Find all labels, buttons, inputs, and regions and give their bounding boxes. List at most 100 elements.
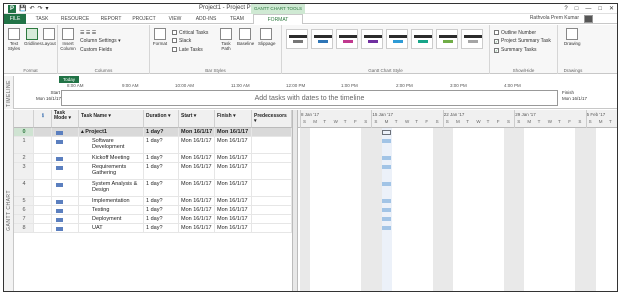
task-predecessors-cell[interactable]	[252, 197, 292, 205]
slack-checkbox[interactable]: Slack	[172, 38, 191, 44]
task-start-cell[interactable]: Mon 16/1/17	[179, 197, 215, 205]
project-summary-task-checkbox[interactable]: ✓ Project Summary Task	[494, 38, 551, 44]
table-row[interactable]: 1 Software Development 1 day? Mon 16/1/17 Mo…	[14, 137, 292, 154]
timeline-bar[interactable]: Add tasks with dates to the timeline	[61, 90, 558, 106]
task-start-cell[interactable]: Mon 16/1/17	[179, 215, 215, 223]
qat-more-icon[interactable]: ▾	[46, 5, 49, 13]
align-buttons[interactable]: ☰ ☰ ☰	[80, 30, 96, 36]
gantt-style-swatch[interactable]	[386, 29, 408, 49]
task-finish-cell[interactable]: Mon 16/1/17	[215, 180, 252, 196]
gantt-style-swatch[interactable]	[286, 29, 308, 49]
summary-tasks-checkbox[interactable]: ✓ Summary Tasks	[494, 47, 536, 53]
task-finish-cell[interactable]: Mon 16/1/17	[215, 128, 252, 136]
task-start-cell[interactable]: Mon 16/1/17	[179, 163, 215, 179]
task-finish-cell[interactable]: Mon 16/1/17	[215, 206, 252, 214]
tab-team[interactable]: TEAM	[225, 14, 249, 24]
task-duration-cell[interactable]: 1 day?	[144, 180, 179, 196]
task-id-cell[interactable]: 4	[14, 180, 34, 196]
summary-task-row[interactable]: 0 ▴ Project1 1 day? Mon 16/1/17 Mon 16/1/17	[14, 128, 292, 137]
task-finish-cell[interactable]: Mon 16/1/17	[215, 137, 252, 153]
close-icon[interactable]: ✕	[609, 4, 614, 14]
minimize-icon[interactable]: —	[585, 4, 591, 14]
task-info-cell[interactable]	[34, 224, 52, 232]
task-duration-cell[interactable]: 1 day?	[144, 163, 179, 179]
table-row[interactable]: 5 Implementation 1 day? Mon 16/1/17 Mon 16/1…	[14, 197, 292, 206]
format-bar-button[interactable]: Format	[152, 28, 168, 46]
task-name-cell[interactable]: Deployment	[79, 215, 144, 223]
task-predecessors-cell[interactable]	[252, 128, 292, 136]
tab-view[interactable]: VIEW	[164, 14, 186, 24]
task-name-cell[interactable]: UAT	[79, 224, 144, 232]
task-id-cell[interactable]: 5	[14, 197, 34, 205]
task-name-cell[interactable]: Testing	[79, 206, 144, 214]
tab-report[interactable]: REPORT	[98, 14, 124, 24]
task-id-cell[interactable]: 0	[14, 128, 34, 136]
task-name-cell[interactable]: System Analysis & Design	[79, 180, 144, 196]
task-duration-cell[interactable]: 1 day?	[144, 215, 179, 223]
select-all-corner[interactable]	[14, 110, 34, 128]
task-mode-cell[interactable]	[52, 137, 79, 153]
task-path-button[interactable]: Task Path	[218, 28, 234, 51]
task-info-cell[interactable]	[34, 180, 52, 196]
maximize-icon[interactable]: □	[598, 4, 602, 14]
gridlines-button[interactable]: Gridlines	[24, 28, 42, 46]
user-name[interactable]: Rathvola Prem Kumar	[530, 15, 579, 21]
redo-icon[interactable]: ↷	[38, 5, 43, 13]
task-mode-cell[interactable]	[52, 224, 79, 232]
gantt-style-swatch[interactable]	[361, 29, 383, 49]
task-mode-cell[interactable]	[52, 180, 79, 196]
task-finish-cell[interactable]: Mon 16/1/17	[215, 154, 252, 162]
insert-column-button[interactable]: Insert Column	[60, 28, 76, 51]
task-name-cell[interactable]: Software Development	[79, 137, 144, 153]
task-name-cell[interactable]: Requirements Gathering	[79, 163, 144, 179]
table-row[interactable]: 8 UAT 1 day? Mon 16/1/17 Mon 16/1/17	[14, 224, 292, 233]
predecessors-header[interactable]: Predecessors ▾	[252, 110, 292, 128]
task-start-cell[interactable]: Mon 16/1/17	[179, 154, 215, 162]
tab-format[interactable]: FORMAT	[253, 14, 303, 24]
task-id-cell[interactable]: 2	[14, 154, 34, 162]
table-row[interactable]: 3 Requirements Gathering 1 day? Mon 16/1/17…	[14, 163, 292, 180]
task-id-cell[interactable]: 7	[14, 215, 34, 223]
slippage-button[interactable]: Slippage	[258, 28, 276, 46]
table-row[interactable]: 6 Testing 1 day? Mon 16/1/17 Mon 16/1/17	[14, 206, 292, 215]
task-name-cell[interactable]: Implementation	[79, 197, 144, 205]
layout-button[interactable]: Layout	[41, 28, 57, 46]
duration-header[interactable]: Duration ▾	[144, 110, 179, 128]
task-duration-cell[interactable]: 1 day?	[144, 224, 179, 232]
task-predecessors-cell[interactable]	[252, 137, 292, 153]
task-mode-cell[interactable]	[52, 215, 79, 223]
tab-add-ins[interactable]: ADD-INS	[191, 14, 221, 24]
task-mode-cell[interactable]	[52, 128, 79, 136]
task-duration-cell[interactable]: 1 day?	[144, 197, 179, 205]
task-id-cell[interactable]: 3	[14, 163, 34, 179]
tab-resource[interactable]: RESOURCE	[58, 14, 92, 24]
task-predecessors-cell[interactable]	[252, 224, 292, 232]
gantt-style-swatch[interactable]	[461, 29, 483, 49]
task-mode-cell[interactable]	[52, 206, 79, 214]
task-id-cell[interactable]: 6	[14, 206, 34, 214]
task-predecessors-cell[interactable]	[252, 180, 292, 196]
table-row[interactable]: 4 System Analysis & Design 1 day? Mon 16/1/…	[14, 180, 292, 197]
start-header[interactable]: Start ▾	[179, 110, 215, 128]
column-settings-button[interactable]: Column Settings ▾	[80, 38, 121, 44]
task-finish-cell[interactable]: Mon 16/1/17	[215, 224, 252, 232]
tab-task[interactable]: TASK	[32, 14, 52, 24]
baseline-button[interactable]: Baseline	[237, 28, 254, 46]
task-duration-cell[interactable]: 1 day?	[144, 128, 179, 136]
task-name-header[interactable]: Task Name ▾	[79, 110, 144, 128]
tab-project[interactable]: PROJECT	[130, 14, 158, 24]
task-info-cell[interactable]	[34, 206, 52, 214]
task-start-cell[interactable]: Mon 16/1/17	[179, 137, 215, 153]
task-info-cell[interactable]	[34, 163, 52, 179]
task-info-cell[interactable]	[34, 128, 52, 136]
task-mode-cell[interactable]	[52, 197, 79, 205]
task-info-cell[interactable]	[34, 215, 52, 223]
task-predecessors-cell[interactable]	[252, 163, 292, 179]
custom-fields-button[interactable]: Custom Fields	[80, 47, 112, 53]
task-info-cell[interactable]	[34, 154, 52, 162]
task-finish-cell[interactable]: Mon 16/1/17	[215, 163, 252, 179]
task-start-cell[interactable]: Mon 16/1/17	[179, 224, 215, 232]
task-info-cell[interactable]	[34, 197, 52, 205]
outline-number-checkbox[interactable]: Outline Number	[494, 30, 536, 36]
task-duration-cell[interactable]: 1 day?	[144, 154, 179, 162]
